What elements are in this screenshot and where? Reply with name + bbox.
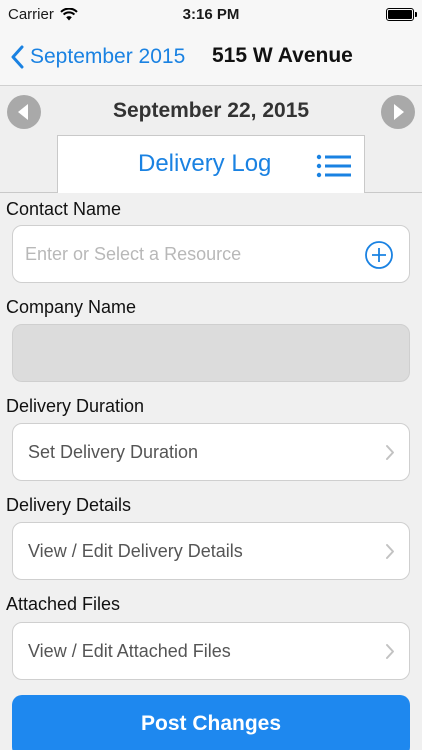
- list-icon[interactable]: [316, 154, 352, 178]
- contact-name-field: [12, 225, 410, 283]
- status-bar: Carrier 3:16 PM: [0, 0, 422, 30]
- chevron-right-icon: [386, 445, 394, 460]
- status-time: 3:16 PM: [182, 6, 240, 23]
- delivery-details-value: View / Edit Delivery Details: [28, 541, 243, 561]
- battery-icon: [386, 8, 417, 21]
- current-date: September 22, 2015: [112, 99, 310, 122]
- company-name-field: [12, 324, 410, 382]
- back-button[interactable]: September 2015: [10, 40, 185, 74]
- back-button-label: September 2015: [30, 45, 186, 68]
- attached-files-label: Attached Files: [6, 594, 121, 614]
- tab-strip: Delivery Log: [0, 135, 422, 194]
- chevron-left-icon: [11, 45, 24, 69]
- next-day-button[interactable]: [381, 95, 415, 129]
- tab-delivery-log[interactable]: Delivery Log: [57, 135, 365, 194]
- attached-files-field[interactable]: View / Edit Attached Files: [12, 622, 410, 680]
- delivery-duration-field[interactable]: Set Delivery Duration: [12, 423, 410, 481]
- date-navigator: September 22, 2015: [0, 87, 422, 135]
- delivery-log-form: Contact Name Company Name Delivery Durat…: [0, 193, 422, 750]
- page-title: 515 W Avenue: [212, 44, 353, 67]
- tab-label: Delivery Log: [138, 150, 272, 177]
- contact-name-label: Contact Name: [6, 199, 122, 219]
- add-resource-icon[interactable]: [364, 240, 394, 270]
- delivery-details-label: Delivery Details: [6, 495, 132, 515]
- delivery-duration-value: Set Delivery Duration: [28, 442, 199, 462]
- chevron-right-icon: [386, 544, 394, 559]
- post-changes-button[interactable]: Post Changes: [12, 695, 410, 750]
- chevron-right-icon: [386, 644, 394, 659]
- navigation-bar: September 2015 515 W Avenue: [0, 30, 422, 86]
- attached-files-value: View / Edit Attached Files: [28, 641, 231, 661]
- contact-name-input[interactable]: [25, 226, 365, 282]
- triangle-right-icon: [394, 104, 404, 120]
- company-name-label: Company Name: [6, 297, 137, 317]
- delivery-duration-label: Delivery Duration: [6, 396, 145, 416]
- delivery-details-field[interactable]: View / Edit Delivery Details: [12, 522, 410, 580]
